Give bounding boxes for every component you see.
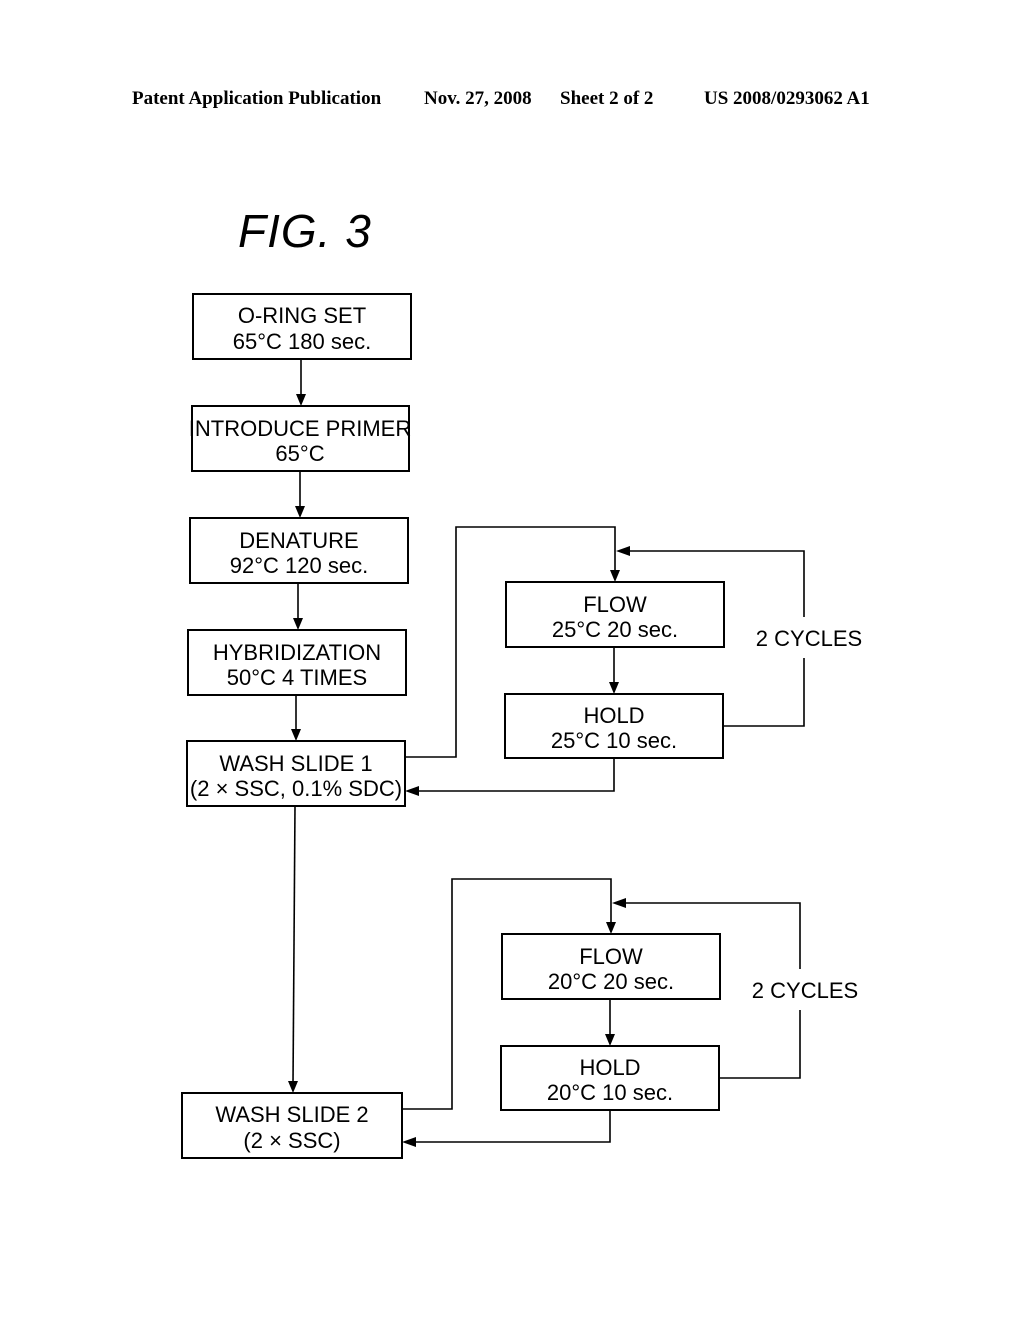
arrow-head (402, 1137, 416, 1147)
connector-wash1-wash2 (292, 805, 296, 1085)
flowchart: O-RING SET 65°C 180 sec. INTRODUCE PRIME… (181, 293, 862, 1159)
step-label: HYBRIDIZATION (213, 640, 381, 665)
arrow-head (291, 729, 301, 741)
step-label: WASH SLIDE 1 (219, 751, 372, 776)
step-label: HOLD (579, 1055, 640, 1080)
step-hybridization: HYBRIDIZATION 50°C 4 TIMES (187, 629, 407, 696)
connector-hold2-to-wash2 (411, 1110, 611, 1143)
connector-hold1-to-wash1 (414, 758, 615, 792)
step-label: INTRODUCE PRIMER (189, 416, 411, 441)
step-flow-1: FLOW 25°C 20 sec. (505, 581, 725, 648)
arrow-head (612, 898, 626, 908)
arrow-head (296, 394, 306, 406)
step-wash-slide-2: WASH SLIDE 2 (2 × SSC) (181, 1092, 403, 1159)
step-condition: 65°C 180 sec. (233, 329, 371, 354)
step-condition: 25°C 10 sec. (551, 728, 677, 753)
cycles-label-1: 2 CYCLES (756, 626, 862, 651)
step-label: FLOW (583, 592, 647, 617)
arrow-head (605, 1034, 615, 1046)
step-oring-set: O-RING SET 65°C 180 sec. (192, 293, 412, 360)
step-label: FLOW (579, 944, 643, 969)
step-label: WASH SLIDE 2 (215, 1102, 368, 1127)
arrow-head (295, 506, 305, 518)
step-denature: DENATURE 92°C 120 sec. (189, 517, 409, 584)
step-hold-2: HOLD 20°C 10 sec. (500, 1045, 720, 1111)
arrow-head (288, 1081, 298, 1093)
step-condition: 20°C 10 sec. (547, 1080, 673, 1105)
step-condition: 65°C (275, 441, 324, 466)
arrow-head (610, 570, 620, 582)
step-flow-2: FLOW 20°C 20 sec. (501, 933, 721, 1000)
cycles-label-2: 2 CYCLES (752, 978, 858, 1003)
arrow-head (609, 682, 619, 694)
step-label: HOLD (583, 703, 644, 728)
step-label: DENATURE (239, 528, 358, 553)
loop-return-1a (723, 658, 805, 727)
step-condition: 50°C 4 TIMES (227, 665, 367, 690)
step-condition: 92°C 120 sec. (230, 553, 368, 578)
loop-return-2a (719, 1010, 801, 1079)
step-condition: (2 × SSC) (243, 1128, 340, 1153)
step-condition: 25°C 20 sec. (552, 617, 678, 642)
step-wash-slide-1: WASH SLIDE 1 (2 × SSC, 0.1% SDC) (186, 740, 406, 807)
arrow-head (293, 618, 303, 630)
step-condition: (2 × SSC, 0.1% SDC) (190, 776, 402, 801)
arrow-head (405, 786, 419, 796)
step-introduce-primer: INTRODUCE PRIMER 65°C (189, 405, 411, 472)
arrow-head (606, 922, 616, 934)
arrow-head (616, 546, 630, 556)
step-condition: 20°C 20 sec. (548, 969, 674, 994)
step-hold-1: HOLD 25°C 10 sec. (504, 693, 724, 759)
step-label: O-RING SET (238, 303, 366, 328)
